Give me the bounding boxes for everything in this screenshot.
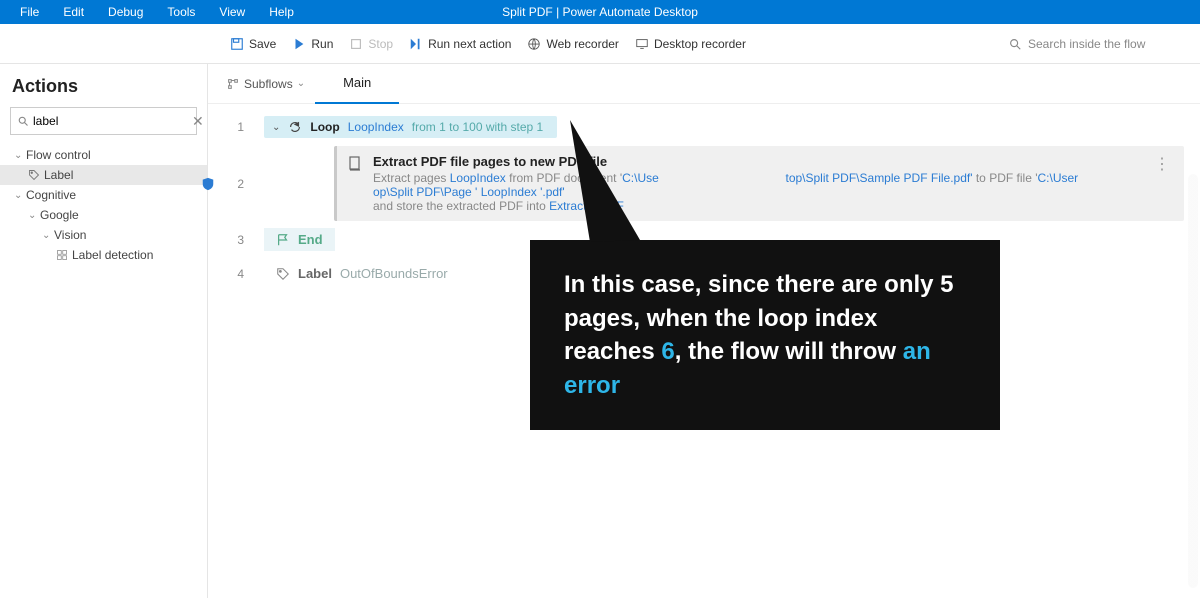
loop-range: from 1 to 100 with step 1 bbox=[412, 120, 543, 134]
desktop-recorder-button[interactable]: Desktop recorder bbox=[627, 37, 754, 51]
window-title: Split PDF | Power Automate Desktop bbox=[502, 5, 698, 19]
save-icon bbox=[230, 37, 244, 51]
menu-view[interactable]: View bbox=[207, 5, 257, 19]
actions-tree: ⌄Flow control Label ⌄Cognitive ⌄Google ⌄… bbox=[0, 145, 207, 265]
monitor-icon bbox=[635, 37, 649, 51]
step-icon bbox=[409, 37, 423, 51]
menu-edit[interactable]: Edit bbox=[51, 5, 96, 19]
tab-main[interactable]: Main bbox=[315, 64, 399, 104]
search-icon bbox=[1008, 37, 1022, 51]
end-action[interactable]: End bbox=[264, 228, 335, 251]
stop-icon bbox=[349, 37, 363, 51]
tree-cognitive[interactable]: ⌄Cognitive bbox=[0, 185, 207, 205]
save-label: Save bbox=[249, 37, 276, 51]
end-label: End bbox=[298, 232, 323, 247]
loop-action[interactable]: ⌄ Loop LoopIndex from 1 to 100 with step… bbox=[264, 116, 557, 138]
more-icon[interactable]: ⋮ bbox=[1150, 154, 1174, 174]
tree-flow-control[interactable]: ⌄Flow control bbox=[0, 145, 207, 165]
collapse-icon[interactable]: ⌄ bbox=[272, 122, 280, 133]
shield-icon bbox=[201, 177, 215, 191]
label-name: Label bbox=[298, 266, 332, 281]
play-icon bbox=[292, 37, 306, 51]
run-next-label: Run next action bbox=[428, 37, 511, 51]
label-action[interactable]: Label OutOfBoundsError bbox=[264, 262, 460, 285]
flag-icon bbox=[276, 233, 290, 247]
web-recorder-label: Web recorder bbox=[546, 37, 618, 51]
sidebar-title: Actions bbox=[0, 72, 207, 107]
annotation-callout: In this case, since there are only 5 pag… bbox=[530, 240, 1000, 430]
menu-tools[interactable]: Tools bbox=[155, 5, 207, 19]
run-label: Run bbox=[311, 37, 333, 51]
subflows-button[interactable]: Subflows ⌄ bbox=[216, 77, 315, 91]
menu-help[interactable]: Help bbox=[257, 5, 306, 19]
tag-icon bbox=[276, 267, 290, 281]
flow-search[interactable]: Search inside the flow bbox=[1008, 37, 1188, 51]
search-icon bbox=[17, 115, 29, 127]
subflow-bar: Subflows ⌄ Main bbox=[208, 64, 1200, 104]
flow-row-1[interactable]: 1 ⌄ Loop LoopIndex from 1 to 100 with st… bbox=[208, 112, 1184, 142]
line-number: 3 bbox=[208, 233, 264, 247]
callout-arrow-icon bbox=[560, 120, 680, 250]
label-value: OutOfBoundsError bbox=[340, 266, 448, 281]
menubar: File Edit Debug Tools View Help Split PD… bbox=[0, 0, 1200, 24]
tree-vision[interactable]: ⌄Vision bbox=[0, 225, 207, 245]
chevron-down-icon: ⌄ bbox=[297, 78, 305, 89]
run-button[interactable]: Run bbox=[284, 37, 341, 51]
save-button[interactable]: Save bbox=[222, 37, 284, 51]
web-recorder-button[interactable]: Web recorder bbox=[519, 37, 626, 51]
line-number: 1 bbox=[208, 120, 264, 134]
menu-debug[interactable]: Debug bbox=[96, 5, 155, 19]
callout-box: In this case, since there are only 5 pag… bbox=[530, 240, 1000, 430]
toolbar: Save Run Stop Run next action Web record… bbox=[0, 24, 1200, 64]
action-name: Loop bbox=[310, 120, 339, 134]
flow-row-2[interactable]: 2 Extract PDF file pages to new PDF file… bbox=[208, 146, 1184, 221]
globe-icon bbox=[527, 37, 541, 51]
stop-button[interactable]: Stop bbox=[341, 37, 401, 51]
action-description: Extract pages LoopIndex from PDF documen… bbox=[373, 171, 1140, 213]
line-number: 2 bbox=[237, 177, 244, 191]
tree-label-action[interactable]: Label bbox=[0, 165, 207, 185]
run-next-button[interactable]: Run next action bbox=[401, 37, 519, 51]
actions-sidebar: Actions ✕ ⌄Flow control Label ⌄Cognitive… bbox=[0, 64, 208, 598]
menu-file[interactable]: File bbox=[8, 5, 51, 19]
desktop-recorder-label: Desktop recorder bbox=[654, 37, 746, 51]
stop-label: Stop bbox=[368, 37, 393, 51]
tag-icon bbox=[28, 169, 40, 181]
line-number: 4 bbox=[208, 267, 264, 281]
flow-icon bbox=[226, 77, 240, 91]
flow-search-placeholder: Search inside the flow bbox=[1028, 37, 1145, 51]
actions-search-input[interactable] bbox=[29, 114, 192, 128]
loop-var: LoopIndex bbox=[348, 120, 404, 134]
extract-pdf-action[interactable]: Extract PDF file pages to new PDF file E… bbox=[334, 146, 1184, 221]
scrollbar[interactable] bbox=[1188, 174, 1198, 588]
action-title: Extract PDF file pages to new PDF file bbox=[373, 154, 1140, 169]
actions-search[interactable]: ✕ bbox=[10, 107, 197, 135]
tree-google[interactable]: ⌄Google bbox=[0, 205, 207, 225]
pdf-icon bbox=[347, 156, 363, 172]
clear-search-icon[interactable]: ✕ bbox=[192, 113, 204, 130]
loop-icon bbox=[288, 120, 302, 134]
tree-label-detection[interactable]: Label detection bbox=[0, 245, 207, 265]
grid-icon bbox=[56, 249, 68, 261]
